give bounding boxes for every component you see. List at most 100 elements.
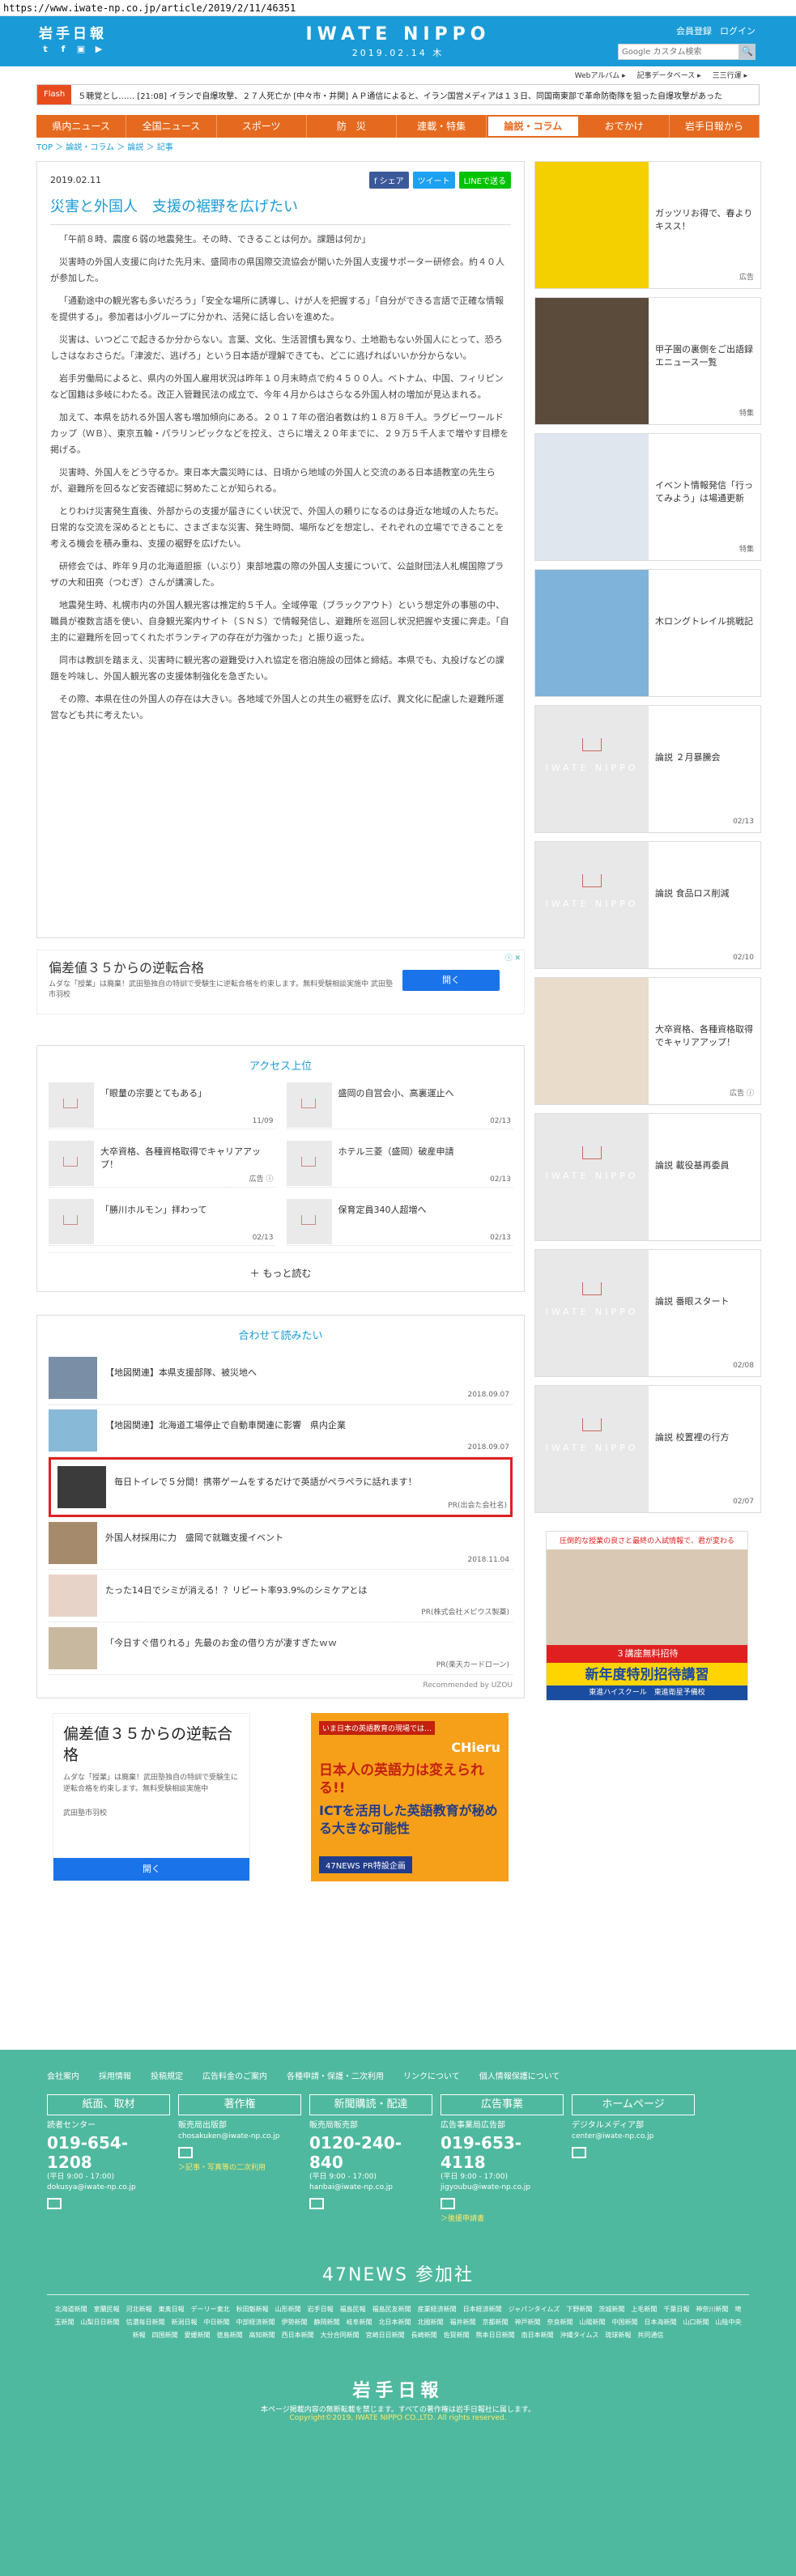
footer-col-heading[interactable]: 著作権 bbox=[178, 2094, 301, 2115]
related-title[interactable]: 毎日トイレで５分間！携帯ゲームをするだけで英語がペラペラに話れます！ bbox=[114, 1475, 417, 1499]
nav-item-6[interactable]: おでかけ bbox=[580, 115, 670, 138]
sidebar-item-title[interactable]: 論説 載役基再委員 bbox=[649, 1114, 734, 1240]
ranking-item[interactable]: ホテル三菱（盛岡）破産申請 02/13 bbox=[286, 1141, 513, 1188]
mail-icon[interactable] bbox=[47, 2198, 62, 2209]
ad-juku[interactable]: 偏差値３５からの逆転合格 ムダな「授業」は廃棄！武田塾独自の特訓で受験生に逆転合… bbox=[53, 1713, 250, 1881]
register-link[interactable]: 会員登録 bbox=[676, 24, 712, 37]
footer-col-email[interactable]: jigyoubu@iwate-np.co.jp bbox=[441, 2183, 564, 2193]
sidebar-item[interactable]: IWATE NIPPO 論説 食品ロス削減 02/10 bbox=[534, 841, 761, 969]
sidebar-item-title[interactable]: 論説 ２月暴騰会 bbox=[649, 706, 726, 832]
footer-link[interactable]: 会社案内 bbox=[47, 2069, 79, 2081]
nav-item-3[interactable]: 防 災 bbox=[307, 115, 397, 138]
sidebar-item-title[interactable]: 論説 番眼スタート bbox=[649, 1250, 734, 1376]
footer-col-heading[interactable]: ホームページ bbox=[572, 2094, 695, 2115]
tweet-button[interactable]: ツイート bbox=[412, 172, 455, 189]
ranking-item[interactable]: 「勝川ホルモン」拝わって 02/13 bbox=[49, 1199, 275, 1246]
n47-list[interactable]: 北海道新聞 室蘭民報 河北新報 東奥日報 デーリー東北 秋田魁新報 山形新聞 岩… bbox=[0, 2303, 796, 2342]
ad-chieru[interactable]: いま日本の英語教育の現場では… CHieru 日本人の英語力は変えられる!! I… bbox=[311, 1713, 509, 1881]
sidebar-item[interactable]: 木ロングトレイル挑戦記 bbox=[534, 569, 761, 697]
flash-text[interactable]: ５聴覚とし…… [21:08] イランで自爆攻撃、２７人死亡か [中々市・井関]… bbox=[71, 89, 722, 101]
footer-link[interactable]: 採用情報 bbox=[99, 2069, 131, 2081]
sidebar-item-title[interactable]: 論説 校置裡の行方 bbox=[649, 1386, 734, 1512]
sublink-other[interactable]: 三三行運 ▸ bbox=[713, 70, 747, 80]
phone-number[interactable]: 019-653-4118 bbox=[441, 2133, 564, 2172]
line-share-button[interactable]: LINEで送る bbox=[458, 172, 511, 189]
ranking-item[interactable]: 盛岡の自営会小、高裏運止へ 02/13 bbox=[286, 1082, 513, 1129]
search-icon[interactable]: 🔍 bbox=[739, 44, 756, 60]
ad-banner-top[interactable]: 偏差値３５からの逆転合格 ムダな「授業」は廃棄！武田塾独自の特訓で受験生に逆転合… bbox=[36, 950, 525, 1014]
address-bar[interactable]: https://www.iwate-np.co.jp/article/2019/… bbox=[0, 0, 796, 16]
search-input[interactable] bbox=[618, 44, 739, 60]
sublink-database[interactable]: 記事データベース ▸ bbox=[637, 70, 701, 80]
footer-col-heading[interactable]: 紙面、取材 bbox=[47, 2094, 170, 2115]
nav-item-7[interactable]: 岩手日報から bbox=[670, 115, 760, 138]
phone-number[interactable]: 019-654-1208 bbox=[47, 2133, 170, 2172]
related-item[interactable]: 外国人材採用に力 盛岡で就職支援イベント 2018.11.04 bbox=[49, 1517, 513, 1570]
footer-logo[interactable]: 岩手日報 bbox=[0, 2376, 796, 2402]
sidebar-item-title[interactable]: 木ロングトレイル挑戦記 bbox=[649, 570, 758, 696]
related-title[interactable]: 「今日すぐ借りれる」先最のお金の借り方が凄すぎたｗｗ bbox=[105, 1636, 337, 1660]
ad-juku-open-button[interactable]: 開く bbox=[53, 1858, 249, 1881]
ad-open-button[interactable]: 開く bbox=[402, 970, 500, 991]
sublink-album[interactable]: Webアルバム ▸ bbox=[575, 70, 626, 80]
footer-link[interactable]: 投稿規定 bbox=[151, 2069, 183, 2081]
footer-col-heading[interactable]: 新聞購読・配達 bbox=[309, 2094, 432, 2115]
related-title[interactable]: 【地図関連】北海道工場停止で自動車関連に影響 県内企業 bbox=[105, 1418, 346, 1443]
related-item[interactable]: 「今日すぐ借りれる」先最のお金の借り方が凄すぎたｗｗ PR(楽天カードローン) bbox=[49, 1622, 513, 1675]
ranking-title[interactable]: ホテル三菱（盛岡）破産申請 bbox=[338, 1141, 454, 1187]
related-item[interactable]: 毎日トイレで５分間！携帯ゲームをするだけで英語がペラペラに話れます！ PR(出会た… bbox=[49, 1457, 513, 1517]
sidebar-banner-toshin[interactable]: 圧倒的な授業の良さと最終の入試情報で、君が変わる ３講座無料招待 新年度特別招待… bbox=[546, 1531, 748, 1701]
ranking-item[interactable]: 保育定員340人超増へ 02/13 bbox=[286, 1199, 513, 1246]
read-more-button[interactable]: ＋ もっと読む bbox=[49, 1252, 513, 1283]
footer-col-email[interactable]: dokusya@iwate-np.co.jp bbox=[47, 2183, 170, 2193]
sidebar-item[interactable]: ガッツリお得で、春よりキスス！ 広告 bbox=[534, 161, 761, 289]
related-item[interactable]: 【地図関連】本県支援部隊、被災地へ 2018.09.07 bbox=[49, 1352, 513, 1405]
mail-icon[interactable] bbox=[572, 2147, 586, 2158]
footer-col-email[interactable]: hanbai@iwate-np.co.jp bbox=[309, 2183, 432, 2193]
mail-icon[interactable] bbox=[178, 2147, 193, 2158]
recommended-by[interactable]: Recommended by UZOU bbox=[49, 1675, 513, 1690]
footer-link[interactable]: 個人情報保護について bbox=[479, 2069, 560, 2081]
nav-item-1[interactable]: 全国ニュース bbox=[126, 115, 217, 138]
sidebar-item-title[interactable]: 論説 食品ロス削減 bbox=[649, 842, 734, 968]
sidebar-item[interactable]: IWATE NIPPO 論説 載役基再委員 bbox=[534, 1113, 761, 1241]
mail-icon[interactable] bbox=[441, 2198, 455, 2209]
sidebar-item[interactable]: イベント情報発信「行ってみよう」は場通更新 特集 bbox=[534, 433, 761, 561]
footer-col-heading[interactable]: 広告事業 bbox=[441, 2094, 564, 2115]
footer-link[interactable]: 広告料金のご案内 bbox=[202, 2069, 267, 2081]
ranking-title[interactable]: 「勝川ホルモン」拝わって bbox=[100, 1199, 206, 1245]
related-item[interactable]: 【地図関連】北海道工場停止で自動車関連に影響 県内企業 2018.09.07 bbox=[49, 1405, 513, 1457]
related-title[interactable]: 【地図関連】本県支援部隊、被災地へ bbox=[105, 1366, 257, 1390]
footer-link[interactable]: 各種申請・保護・二次利用 bbox=[287, 2069, 384, 2081]
ranking-title[interactable]: 保育定員340人超増へ bbox=[338, 1199, 427, 1245]
related-title[interactable]: 外国人材採用に力 盛岡で就職支援イベント bbox=[105, 1531, 283, 1555]
ad-close-icon[interactable]: ⓘ ✕ bbox=[505, 952, 521, 963]
nav-item-5[interactable]: 論説・コラム bbox=[487, 115, 580, 138]
ranking-title[interactable]: 盛岡の自営会小、高裏運止へ bbox=[338, 1082, 454, 1129]
login-link[interactable]: ログイン bbox=[720, 24, 756, 37]
sidebar-item-title[interactable]: 大卒資格、各種資格取得でキャリアアップ！ bbox=[649, 978, 760, 1104]
sidebar-item[interactable]: 甲子園の裏側をご出語録エニュース一覧 特集 bbox=[534, 297, 761, 425]
sidebar-item-title[interactable]: 甲子園の裏側をご出語録エニュース一覧 bbox=[649, 298, 760, 424]
sidebar-item-title[interactable]: イベント情報発信「行ってみよう」は場通更新 bbox=[649, 434, 760, 560]
footer-link[interactable]: リンクについて bbox=[403, 2069, 460, 2081]
ranking-item[interactable]: 大卒資格、各種資格取得でキャリアアップ！ 広告 ⓘ bbox=[49, 1141, 275, 1188]
related-item[interactable]: たった14日でシミが消える！？リピート率93.9%のシミケアとは PR(株式会社メ… bbox=[49, 1570, 513, 1622]
nav-item-0[interactable]: 県内ニュース bbox=[36, 115, 127, 138]
sidebar-item-title[interactable]: ガッツリお得で、春よりキスス！ bbox=[649, 162, 760, 288]
footer-col-link[interactable]: ＞後援申請書 bbox=[441, 2213, 564, 2223]
ranking-title[interactable]: 「眼量の宗要とてもある」 bbox=[100, 1082, 206, 1129]
sidebar-item[interactable]: IWATE NIPPO 論説 校置裡の行方 02/07 bbox=[534, 1385, 761, 1513]
nav-item-2[interactable]: スポーツ bbox=[217, 115, 307, 138]
sidebar-item[interactable]: IWATE NIPPO 論説 番眼スタート 02/08 bbox=[534, 1249, 761, 1377]
nav-item-4[interactable]: 連載・特集 bbox=[397, 115, 487, 138]
sidebar-item[interactable]: 大卒資格、各種資格取得でキャリアアップ！ 広告 ⓘ bbox=[534, 977, 761, 1105]
footer-col-link[interactable]: ＞記事・写真等の二次利用 bbox=[178, 2162, 301, 2172]
facebook-share-button[interactable]: f シェア bbox=[368, 172, 409, 189]
phone-number[interactable]: 0120-240-840 bbox=[309, 2133, 432, 2172]
breadcrumb[interactable]: TOP ＞ 論説・コラム ＞ 論説 ＞ 記事 bbox=[0, 138, 796, 159]
sidebar-item[interactable]: IWATE NIPPO 論説 ２月暴騰会 02/13 bbox=[534, 705, 761, 833]
mail-icon[interactable] bbox=[309, 2198, 324, 2209]
related-title[interactable]: たった14日でシミが消える！？リピート率93.9%のシミケアとは bbox=[105, 1583, 367, 1608]
ranking-item[interactable]: 「眼量の宗要とてもある」 11/09 bbox=[49, 1082, 275, 1129]
